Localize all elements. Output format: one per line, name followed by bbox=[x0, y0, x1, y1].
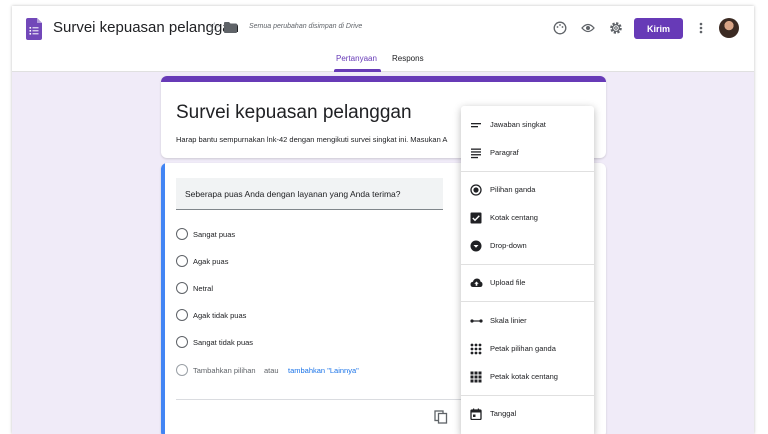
save-status: Semua perubahan disimpan di Drive bbox=[249, 23, 363, 30]
menu-item-checkbox-grid[interactable]: Petak kotak centang bbox=[461, 366, 594, 388]
menu-item-label: Petak kotak centang bbox=[490, 372, 558, 381]
menu-item-dropdown[interactable]: Drop-down bbox=[461, 235, 594, 257]
radio-icon bbox=[176, 282, 188, 294]
option-label[interactable]: Netral bbox=[193, 284, 213, 293]
menu-item-short-answer[interactable]: Jawaban singkat bbox=[461, 114, 594, 136]
question-title-field[interactable]: Seberapa puas Anda dengan layanan yang A… bbox=[176, 178, 443, 210]
paragraph-icon bbox=[469, 146, 483, 160]
duplicate-icon[interactable] bbox=[434, 410, 448, 424]
question-type-menu: Jawaban singkat Paragraf Pilihan ganda K… bbox=[461, 106, 594, 434]
forms-logo-icon[interactable] bbox=[26, 18, 42, 40]
menu-item-label: Upload file bbox=[490, 278, 526, 287]
form-description[interactable]: Harap bantu sempurnakan lnk-42 dengan me… bbox=[176, 135, 447, 144]
grid-icon bbox=[469, 342, 483, 356]
checkbox-grid-icon bbox=[469, 370, 483, 384]
menu-item-paragraph[interactable]: Paragraf bbox=[461, 142, 594, 164]
palette-icon[interactable] bbox=[550, 18, 570, 38]
menu-item-label: Tanggal bbox=[490, 409, 517, 418]
add-option-row: Tambahkan pilihan atau tambahkan "Lainny… bbox=[176, 364, 436, 378]
more-vert-icon[interactable] bbox=[691, 18, 711, 38]
menu-item-multiple-choice[interactable]: Pilihan ganda bbox=[461, 179, 594, 201]
menu-item-label: Paragraf bbox=[490, 148, 519, 157]
question-focus-bar bbox=[161, 163, 165, 434]
add-option-or: atau bbox=[264, 366, 279, 375]
upload-icon bbox=[469, 276, 483, 290]
menu-item-file-upload[interactable]: Upload file bbox=[461, 272, 594, 294]
question-text: Seberapa puas Anda dengan layanan yang A… bbox=[185, 189, 401, 199]
menu-divider bbox=[461, 395, 594, 396]
menu-item-label: Jawaban singkat bbox=[490, 120, 546, 129]
menu-item-linear-scale[interactable]: Skala linier bbox=[461, 310, 594, 332]
top-bar: Survei kepuasan pelanggan ☆ Semua peruba… bbox=[12, 6, 754, 72]
radio-icon bbox=[176, 336, 188, 348]
star-icon[interactable]: ☆ bbox=[208, 19, 221, 36]
menu-item-date[interactable]: Tanggal bbox=[461, 403, 594, 425]
menu-divider bbox=[461, 301, 594, 302]
short-answer-icon bbox=[469, 118, 483, 132]
gear-icon[interactable] bbox=[606, 18, 626, 38]
radio-icon bbox=[176, 309, 188, 321]
active-tab-indicator bbox=[334, 69, 381, 72]
menu-divider bbox=[461, 264, 594, 265]
radio-icon bbox=[176, 364, 188, 376]
menu-item-label: Pilihan ganda bbox=[490, 185, 536, 194]
calendar-icon bbox=[469, 407, 483, 421]
linear-scale-icon bbox=[469, 314, 483, 328]
tab-questions[interactable]: Pertanyaan bbox=[336, 54, 377, 63]
form-title[interactable]: Survei kepuasan pelanggan bbox=[176, 102, 412, 124]
menu-item-checkboxes[interactable]: Kotak centang bbox=[461, 207, 594, 229]
menu-item-label: Skala linier bbox=[490, 316, 527, 325]
menu-divider bbox=[461, 171, 594, 172]
option-label[interactable]: Agak tidak puas bbox=[193, 311, 246, 320]
tab-responses[interactable]: Respons bbox=[392, 54, 424, 63]
add-option-button[interactable]: Tambahkan pilihan bbox=[193, 366, 256, 375]
dropdown-icon bbox=[469, 239, 483, 253]
add-other-link[interactable]: tambahkan "Lainnya" bbox=[288, 366, 359, 375]
folder-icon[interactable] bbox=[224, 22, 237, 33]
radio-icon bbox=[176, 255, 188, 267]
radio-icon bbox=[176, 228, 188, 240]
menu-item-label: Petak pilihan ganda bbox=[490, 344, 556, 353]
option-label[interactable]: Sangat puas bbox=[193, 230, 235, 239]
app-frame: Survei kepuasan pelanggan ☆ Semua peruba… bbox=[12, 6, 754, 434]
radio-icon bbox=[469, 183, 483, 197]
option-label[interactable]: Agak puas bbox=[193, 257, 228, 266]
menu-item-mc-grid[interactable]: Petak pilihan ganda bbox=[461, 338, 594, 360]
checkbox-icon bbox=[469, 211, 483, 225]
menu-item-label: Drop-down bbox=[490, 241, 527, 250]
send-button[interactable]: Kirim bbox=[634, 18, 683, 39]
option-label[interactable]: Sangat tidak puas bbox=[193, 338, 253, 347]
menu-item-label: Kotak centang bbox=[490, 213, 538, 222]
avatar[interactable] bbox=[719, 18, 739, 38]
eye-icon[interactable] bbox=[578, 18, 598, 38]
